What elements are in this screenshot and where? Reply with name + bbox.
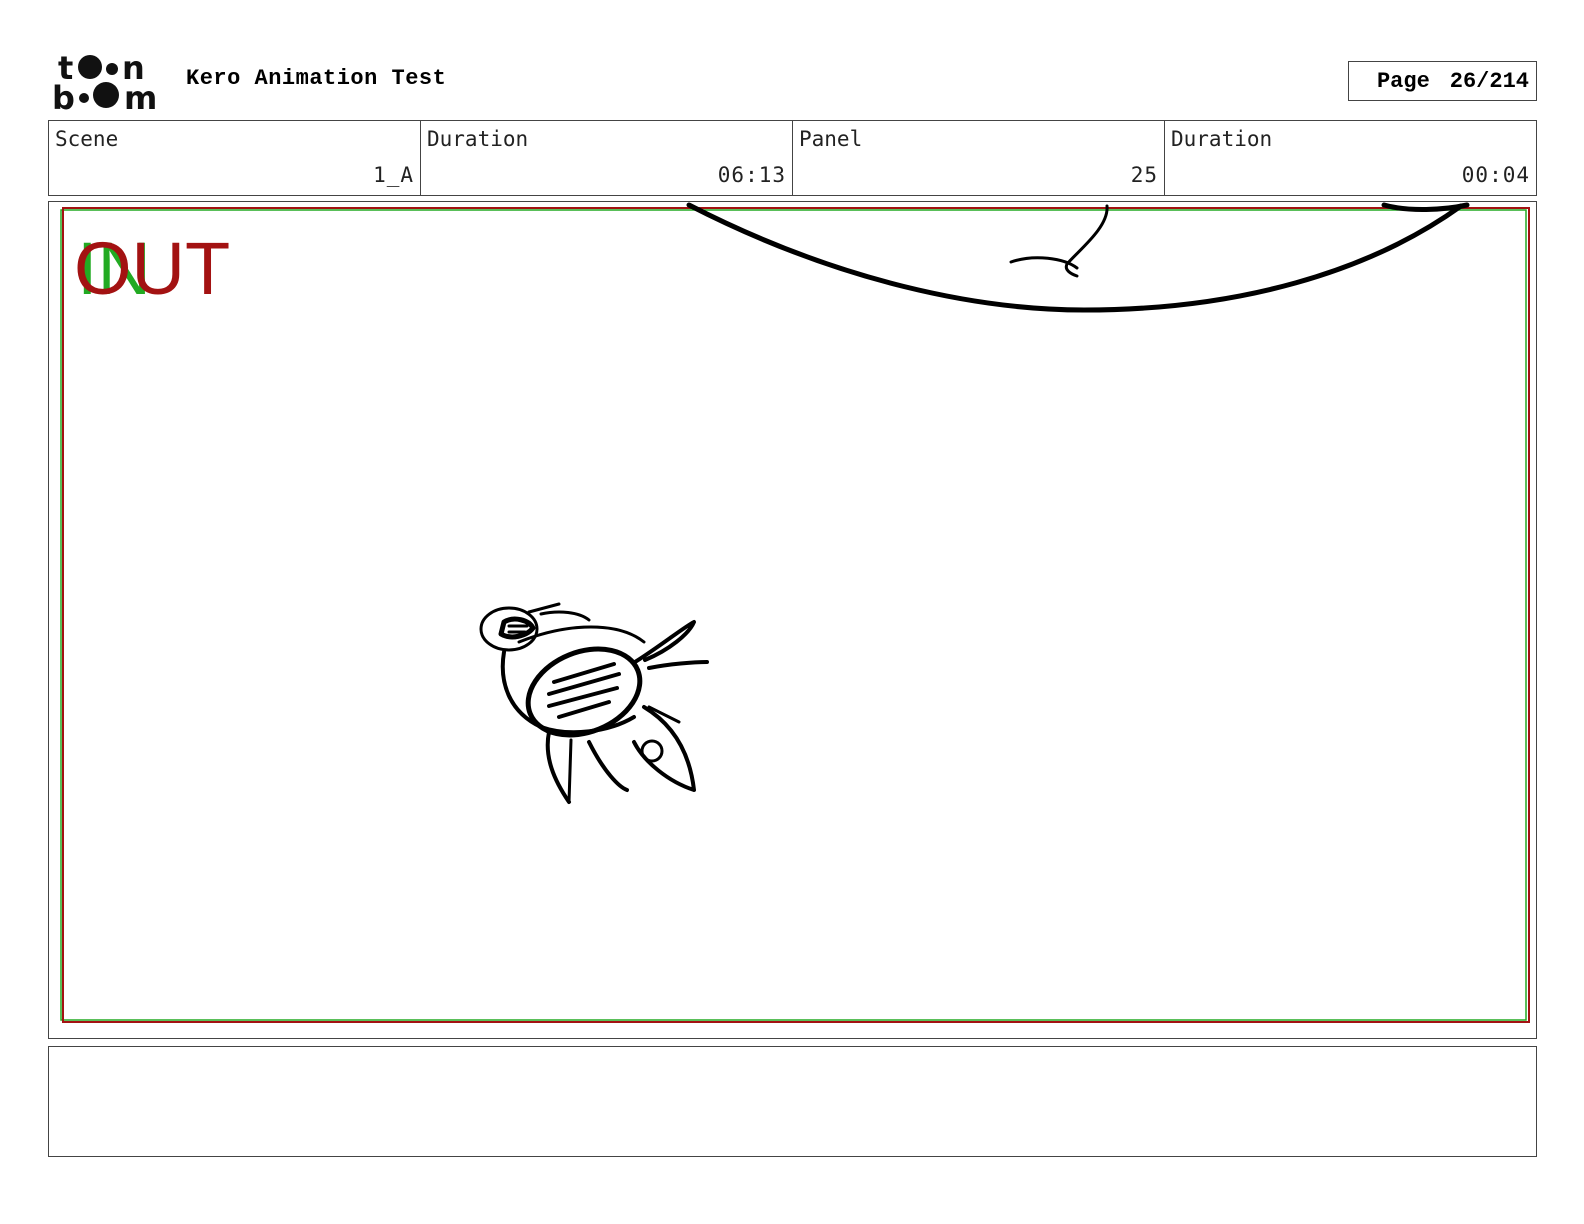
panel-value: 25 <box>1130 163 1158 187</box>
panel-duration-label: Duration <box>1171 127 1273 151</box>
in-frame-border <box>60 209 1527 1021</box>
scene-value: 1_A <box>373 163 414 187</box>
panel-duration-value: 00:04 <box>1461 163 1530 187</box>
scene-duration-cell: Duration 06:13 <box>421 121 793 195</box>
panel-info-row: Scene 1_A Duration 06:13 Panel 25 Durati… <box>48 120 1537 196</box>
panel-notes-box <box>48 1046 1537 1157</box>
panel-drawing <box>60 202 1530 1023</box>
branch-tip-sketch <box>1381 202 1470 212</box>
scene-cell: Scene 1_A <box>49 121 421 195</box>
storyboard-panel: IN OUT <box>48 201 1537 1039</box>
scene-duration-value: 06:13 <box>717 163 786 187</box>
panel-label: Panel <box>799 127 863 151</box>
document-title: Kero Animation Test <box>186 66 447 91</box>
out-frame-border <box>62 207 1530 1023</box>
page-number: 26/214 <box>1449 68 1529 94</box>
svg-text:b: b <box>52 79 75 112</box>
scene-duration-label: Duration <box>427 127 529 151</box>
toon-boom-logo-icon: t n b m <box>50 49 168 117</box>
panel-cell: Panel 25 <box>793 121 1165 195</box>
page-label: Page <box>1376 68 1430 94</box>
scene-label: Scene <box>55 127 119 151</box>
panel-duration-cell: Duration 00:04 <box>1165 121 1536 195</box>
page-indicator: Page 26/214 <box>1348 61 1537 101</box>
svg-text:m: m <box>124 79 157 112</box>
out-marker: OUT <box>74 227 231 310</box>
beetle-sketch <box>479 602 709 804</box>
